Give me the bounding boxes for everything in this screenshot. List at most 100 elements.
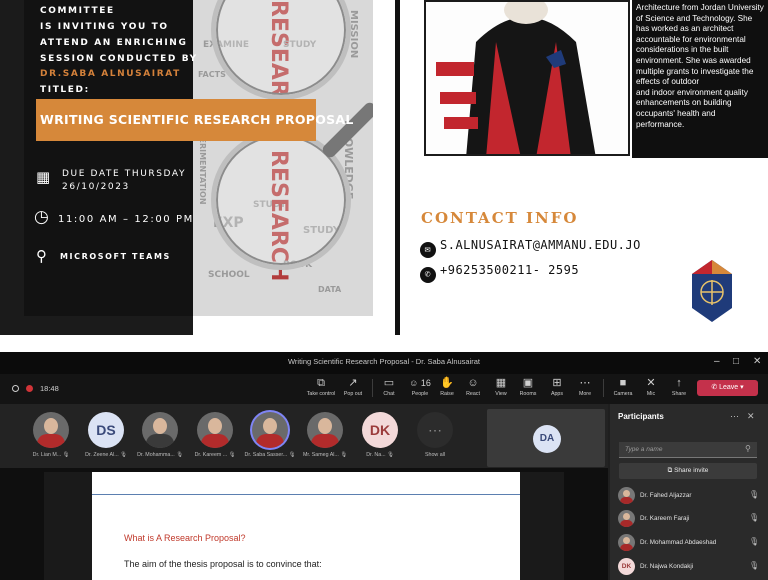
participant-tile[interactable]: Dr. Kareem ... 🎙 <box>189 412 241 458</box>
avatar-gown <box>620 544 633 551</box>
avatar-gown <box>620 520 633 527</box>
participant-tile-name: Dr. Zeene Al... 🎙 <box>85 452 127 458</box>
participant-tile[interactable]: Dr. Saba Sasser... 🎙 <box>244 412 296 458</box>
avatar-face <box>263 418 277 434</box>
participant-search-input[interactable] <box>619 442 757 458</box>
spotlight-avatar: DA <box>533 425 561 453</box>
participant-tile-name: Mr. Sameg Al... 🎙 <box>302 452 348 458</box>
toolbar-button-pop-out[interactable]: ↗ Pop out <box>336 377 370 397</box>
avatar-face <box>623 513 630 520</box>
location-pin-icon: ⚲ <box>36 247 47 265</box>
contact-info-title: CONTACT INFO <box>421 209 579 227</box>
document-body-text: The aim of the thesis proposal is to con… <box>124 559 322 569</box>
participant-tile-name: Dr. Saba Sasser... 🎙 <box>244 452 296 458</box>
participant-tile-name: Dr. Lian M... 🎙 <box>32 452 70 458</box>
toolbar-button-take-control[interactable]: ⧉ Take control <box>304 377 338 397</box>
due-date-value: 26/10/2023 <box>62 182 130 192</box>
leave-button[interactable]: ✆ Leave ▾ <box>697 380 758 396</box>
mic-muted-icon[interactable]: 🎙 <box>749 513 759 522</box>
mic-muted-icon[interactable]: 🎙 <box>749 561 759 570</box>
participant-tile[interactable]: DS Dr. Zeene Al... 🎙 <box>80 412 132 458</box>
share-invite-button[interactable]: ⧉ Share invite <box>619 463 757 479</box>
maximize-icon[interactable]: □ <box>733 356 739 367</box>
participant-tile[interactable]: DK Dr. Na... 🎙 <box>354 412 406 458</box>
invite-line-4: SESSION CONDUCTED BY <box>40 54 198 64</box>
avatar <box>307 412 343 448</box>
speaker-photo <box>424 0 630 156</box>
toolbar-button-share[interactable]: ↑ Share <box>662 377 696 397</box>
recording-icon <box>26 385 33 392</box>
more-icon: ⋯ <box>579 377 591 389</box>
show-all-tile[interactable]: ⋯ Show all <box>409 412 461 458</box>
toolbar-button-chat[interactable]: ▭ Chat <box>372 377 406 397</box>
close-panel-icon[interactable]: ✕ <box>747 411 755 422</box>
phone-hangup-icon: ✆ <box>711 384 720 391</box>
event-poster: RESEARCH EXAMINE STUDY FACTS KNOWLEDGE STUDY S… <box>0 0 768 350</box>
avatar-gown <box>37 434 65 448</box>
avatar-face <box>208 418 222 434</box>
search-icon[interactable]: ⚲ <box>745 444 751 453</box>
participant-tile[interactable]: Dr. Mohamma... 🎙 <box>134 412 186 458</box>
participant-name: Dr. Fahed Aljazzar <box>640 492 692 499</box>
participant-name: Dr. Mohammad Abdaeshad <box>640 539 717 546</box>
toolbar-button-label: More <box>578 391 592 397</box>
minimize-icon[interactable]: – <box>714 356 720 367</box>
bio-line: considerations in the built <box>636 45 729 55</box>
invite-line-1: COMMITTEE <box>40 6 115 16</box>
contact-email-line: ✉ S.ALNUSAIRAT@AMMANU.EDU.JO <box>420 238 641 258</box>
pop-out-icon: ↗ <box>348 377 358 389</box>
poster-divider <box>395 0 400 335</box>
take-control-icon: ⧉ <box>317 377 325 389</box>
participant-tile-name: Dr. Mohamma... 🎙 <box>137 452 183 458</box>
avatar <box>618 510 635 527</box>
chat-icon: ▭ <box>383 377 395 389</box>
toolbar-button-more[interactable]: ⋯ More <box>568 377 602 397</box>
window-titlebar: Writing Scientific Research Proposal - D… <box>0 352 768 374</box>
invite-line-2: IS INVITING YOU TO <box>40 22 169 32</box>
bio-line: multiple grants to investigate the <box>636 66 754 76</box>
participant-tile[interactable]: Mr. Sameg Al... 🎙 <box>299 412 351 458</box>
close-icon[interactable]: ✕ <box>753 356 761 367</box>
email-icon: ✉ <box>420 242 436 258</box>
meeting-timer: 18:48 <box>40 384 59 393</box>
session-title: WRITING SCIENTIFIC RESEARCH PROPOSAL <box>40 112 354 127</box>
participant-row[interactable]: Dr. Kareem Faraji 🎙 <box>618 510 760 528</box>
avatar-gown <box>256 434 284 448</box>
participant-row[interactable]: Dr. Mohammad Abdaeshad 🎙 <box>618 534 760 552</box>
avatar-face <box>153 418 167 434</box>
avatar-gown <box>201 434 229 448</box>
avatar-initials: DK <box>362 412 398 448</box>
toolbar-button-label: Chat <box>383 391 395 397</box>
speaker-bio: Architecture from Jordan University of Sc… <box>632 0 768 158</box>
avatar <box>142 412 178 448</box>
participant-row[interactable]: Dr. Fahed Aljazzar 🎙 <box>618 487 760 505</box>
contact-email: S.ALNUSAIRAT@AMMANU.EDU.JO <box>440 238 641 252</box>
more-options-icon[interactable]: ⋯ <box>730 411 739 422</box>
bio-line: of Science and Technology. She <box>636 13 753 23</box>
avatar-gown <box>311 434 339 448</box>
toolbar-separator <box>603 379 604 397</box>
leave-label: Leave <box>719 384 739 391</box>
session-time: 11:00 AM – 12:00 PM <box>58 214 194 225</box>
participant-row[interactable]: DK Dr. Najwa Kondakji 🎙 <box>618 558 760 576</box>
bio-line: enhancements on building <box>636 98 732 108</box>
teams-meeting-window: Writing Scientific Research Proposal - D… <box>0 352 768 580</box>
toolbar-button-label: Pop out <box>343 391 363 397</box>
bio-line: accountable for environmental <box>636 34 746 44</box>
avatar <box>197 412 233 448</box>
avatar <box>33 412 69 448</box>
speaker-name: DR.SABA ALNUSAIRAT <box>40 69 181 79</box>
document-header-rule <box>92 494 520 495</box>
avatar-face <box>44 418 58 434</box>
participant-tile[interactable]: Dr. Lian M... 🎙 <box>25 412 77 458</box>
participants-title: Participants <box>618 412 664 421</box>
avatar-initials: DK <box>618 558 635 575</box>
mic-muted-icon[interactable]: 🎙 <box>749 537 759 546</box>
mic-muted-icon[interactable]: 🎙 <box>749 490 759 499</box>
bio-line: and indoor environment quality <box>636 87 748 97</box>
bio-line: occupants' health and performance. <box>636 108 716 129</box>
avatar-face <box>623 537 630 544</box>
more-icon: ⋯ <box>417 412 453 448</box>
avatar <box>618 534 635 551</box>
toolbar-button-label: Take control <box>306 391 336 397</box>
